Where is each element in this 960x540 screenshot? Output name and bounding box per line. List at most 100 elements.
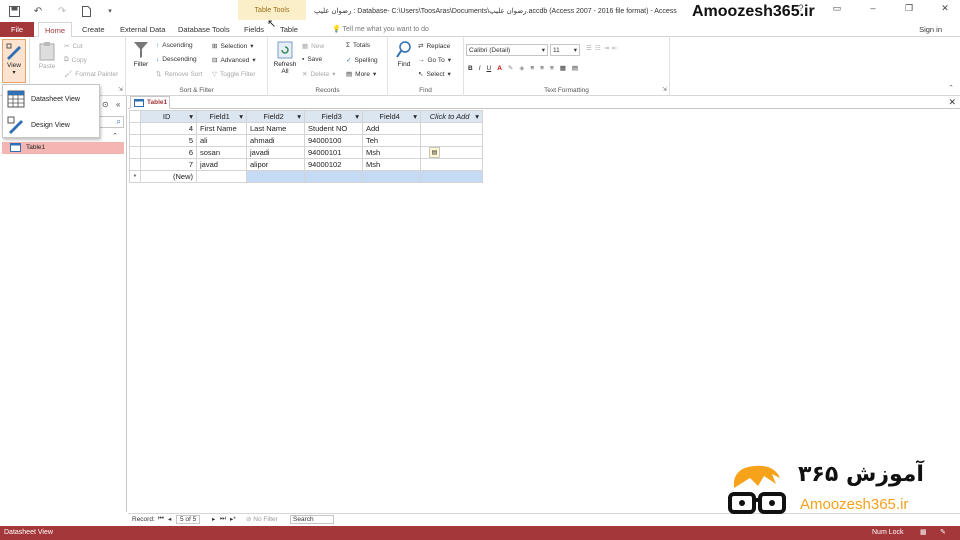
tab-external-data[interactable]: External Data — [114, 22, 171, 37]
datasheet-view-item[interactable]: Datasheet View — [7, 87, 80, 111]
new-row-marker[interactable]: * — [129, 170, 141, 183]
tab-fields[interactable]: Fields — [238, 22, 270, 37]
click-to-add-header[interactable]: Click to Add ▾ — [420, 110, 483, 123]
cell[interactable]: 94000100 — [304, 134, 363, 147]
design-view-item[interactable]: Design View — [7, 113, 70, 137]
close-document-icon[interactable]: ✕ — [948, 97, 956, 108]
cell[interactable]: Msh ▤ — [362, 146, 440, 159]
cell[interactable]: sosan — [196, 146, 247, 159]
collapse-group-icon[interactable]: ⌃ — [112, 132, 118, 140]
chevron-down-icon[interactable]: ▾ — [189, 112, 193, 121]
chevron-down-icon[interactable]: ▾ — [355, 112, 359, 121]
tab-table[interactable]: Table — [274, 22, 304, 37]
cell[interactable] — [246, 170, 305, 183]
copy-button[interactable]: ⧉ Copy — [64, 56, 87, 64]
shutter-bar-icon[interactable]: « — [116, 100, 120, 109]
close-icon[interactable]: ✕ — [938, 3, 952, 17]
totals-button[interactable]: Σ Totals — [346, 42, 370, 49]
italic-icon[interactable]: I — [479, 65, 481, 72]
tab-database-tools[interactable]: Database Tools — [172, 22, 236, 37]
tell-me-box[interactable]: 💡 Tell me what you want to do — [326, 22, 435, 37]
paste-button[interactable]: Paste — [34, 41, 60, 70]
cell[interactable] — [196, 170, 247, 183]
tab-file[interactable]: File — [0, 22, 34, 37]
spelling-button[interactable]: ✓ Spelling — [346, 56, 378, 65]
cell[interactable]: Last Name — [246, 122, 305, 135]
new-record-button[interactable]: ▦ New — [302, 42, 324, 51]
previous-record-icon[interactable]: ◂ — [168, 515, 171, 523]
first-record-icon[interactable]: ⏮ — [158, 515, 164, 523]
last-record-icon[interactable]: ⏭ — [220, 515, 226, 523]
cell[interactable] — [304, 170, 363, 183]
selection-button[interactable]: ⊞ Selection ▾ — [212, 42, 253, 51]
design-view-toggle-icon[interactable]: ✎ — [940, 528, 946, 536]
highlight-icon[interactable]: ✎ — [508, 64, 513, 72]
goto-button[interactable]: → Go To ▾ — [418, 56, 451, 65]
chevron-down-icon[interactable]: ▾ — [297, 112, 301, 121]
tab-home[interactable]: Home — [38, 22, 73, 38]
cell[interactable]: javad — [196, 158, 247, 171]
cell[interactable]: ali — [196, 134, 247, 147]
new-file-icon[interactable] — [78, 3, 94, 19]
cell[interactable]: javadi — [246, 146, 305, 159]
save-record-button[interactable]: ▪ Save — [302, 56, 322, 63]
cell[interactable] — [420, 158, 483, 171]
list-buttons[interactable]: ☰ ☷ ⇥ ⇤ — [586, 44, 618, 52]
cell[interactable]: Add — [362, 122, 421, 135]
dialog-launcher-icon[interactable]: ⇲ — [662, 86, 667, 93]
descending-button[interactable]: ↓ Descending — [156, 56, 197, 63]
cell[interactable]: ahmadi — [246, 134, 305, 147]
cut-button[interactable]: ✂ Cut — [64, 42, 83, 51]
cell[interactable]: 4 — [140, 122, 197, 135]
replace-button[interactable]: ⇄ Replace — [418, 42, 450, 51]
new-record-nav-icon[interactable]: ▸* — [230, 515, 236, 523]
delete-record-button[interactable]: ✕ Delete ▾ — [302, 70, 336, 79]
cell[interactable] — [362, 170, 421, 183]
underline-icon[interactable]: U — [487, 65, 492, 72]
gridlines-icon[interactable]: ▦ — [560, 64, 566, 72]
ascending-button[interactable]: ↑ Ascending — [156, 42, 193, 49]
align-right-icon[interactable]: ≡ — [550, 65, 554, 72]
row-selector[interactable] — [129, 146, 141, 159]
select-all-cell[interactable] — [129, 110, 141, 123]
cell[interactable]: First Name — [196, 122, 247, 135]
font-color-icon[interactable]: A — [497, 65, 502, 72]
more-button[interactable]: ▤ More ▾ — [346, 70, 376, 79]
ribbon-display-icon[interactable]: ▭ — [830, 3, 844, 17]
cell[interactable] — [420, 134, 483, 147]
row-selector[interactable] — [129, 158, 141, 171]
column-header-field3[interactable]: Field3 ▾ — [304, 110, 363, 123]
cell[interactable]: Teh — [362, 134, 421, 147]
toggle-filter-button[interactable]: ▽ Toggle Filter — [212, 70, 255, 79]
row-selector[interactable] — [129, 122, 141, 135]
row-selector[interactable] — [129, 134, 141, 147]
chevron-down-icon[interactable]: ▾ — [413, 112, 417, 121]
paste-options-icon[interactable]: ▤ — [429, 147, 440, 158]
column-header-field1[interactable]: Field1 ▾ — [196, 110, 247, 123]
find-button[interactable]: Find — [392, 41, 416, 68]
cell[interactable]: alipor — [246, 158, 305, 171]
dialog-launcher-icon[interactable]: ⇲ — [118, 86, 123, 93]
cell[interactable] — [420, 122, 483, 135]
cell[interactable]: 6 — [140, 146, 197, 159]
customize-qat-icon[interactable]: ▾ — [102, 3, 118, 19]
nav-search-input[interactable]: ⌕ — [98, 116, 124, 128]
sign-in-link[interactable]: Sign in — [913, 22, 948, 37]
datasheet-view-toggle-icon[interactable]: ▦ — [920, 528, 927, 536]
current-record-input[interactable]: 5 of 5 — [176, 515, 201, 524]
new-record-cell[interactable]: (New) — [140, 170, 197, 183]
refresh-all-button[interactable]: Refresh All — [272, 41, 298, 75]
cell[interactable]: 5 — [140, 134, 197, 147]
tab-create[interactable]: Create — [76, 22, 111, 37]
column-header-id[interactable]: ID ▾ — [140, 110, 197, 123]
align-left-icon[interactable]: ≡ — [530, 65, 534, 72]
remove-sort-button[interactable]: ⇅ Remove Sort — [156, 70, 202, 79]
doc-tab-table1[interactable]: Table1 — [130, 96, 170, 109]
undo-icon[interactable]: ↶ — [30, 3, 46, 19]
cell[interactable]: 94000101 — [304, 146, 363, 159]
collapse-ribbon-icon[interactable]: ⌃ — [948, 84, 954, 92]
next-record-icon[interactable]: ▸ — [212, 515, 215, 523]
redo-icon[interactable]: ↷ — [54, 3, 70, 19]
alternate-row-icon[interactable]: ▤ — [572, 64, 578, 72]
filter-button[interactable]: Filter — [130, 41, 152, 68]
